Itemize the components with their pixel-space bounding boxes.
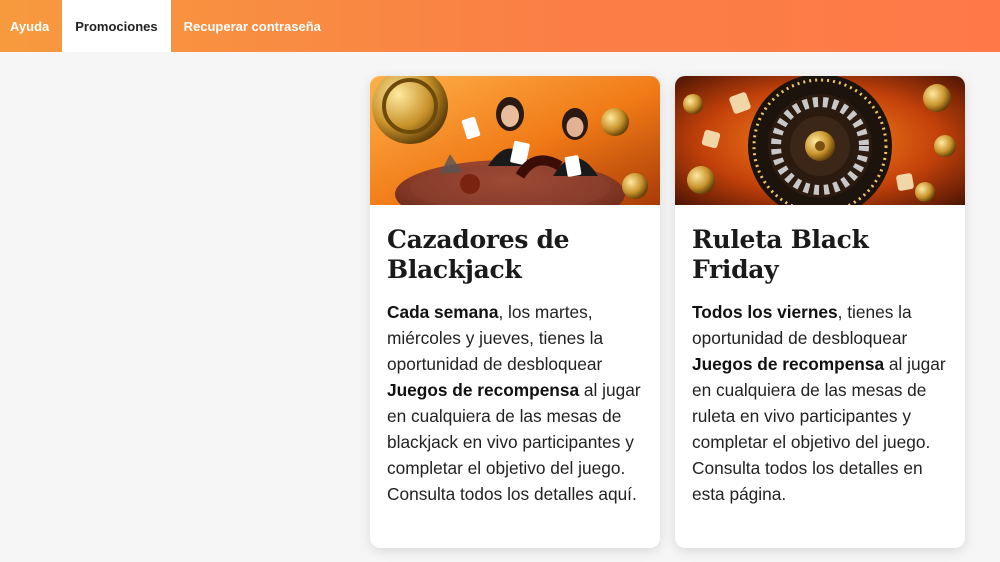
roulette-banner-illustration: [675, 76, 965, 205]
blackjack-banner-illustration: [370, 76, 660, 205]
promo-banner-image-blackjack: [370, 76, 660, 205]
top-navigation: Ayuda Promociones Recuperar contraseña: [0, 0, 1000, 52]
promo-desc-highlight: Juegos de recompensa: [692, 354, 885, 374]
promo-title: Ruleta Black Friday: [692, 225, 869, 284]
promo-description: Cada semana, los martes, miércoles y jue…: [387, 299, 643, 507]
promo-desc-highlight: Juegos de recompensa: [387, 380, 580, 400]
promo-title: Cazadores de Blackjack: [387, 225, 570, 284]
promo-desc-highlight: Todos los viernes: [692, 302, 838, 322]
promo-card-blackjack[interactable]: Cazadores de Blackjack Cada semana, los …: [370, 76, 660, 548]
promo-desc-highlight: Cada semana: [387, 302, 499, 322]
promo-description: Todos los viernes, tienes la oportunidad…: [692, 299, 948, 507]
nav-item-promociones[interactable]: Promociones: [62, 0, 171, 52]
promo-desc-text: al jugar en cualquiera de las mesas de r…: [692, 354, 946, 504]
nav-item-recuperar-contrasena[interactable]: Recuperar contraseña: [171, 0, 331, 52]
promo-card-ruleta[interactable]: Ruleta Black Friday Todos los viernes, t…: [675, 76, 965, 548]
promo-banner-image-ruleta: [675, 76, 965, 205]
nav-item-ayuda[interactable]: Ayuda: [0, 0, 62, 52]
